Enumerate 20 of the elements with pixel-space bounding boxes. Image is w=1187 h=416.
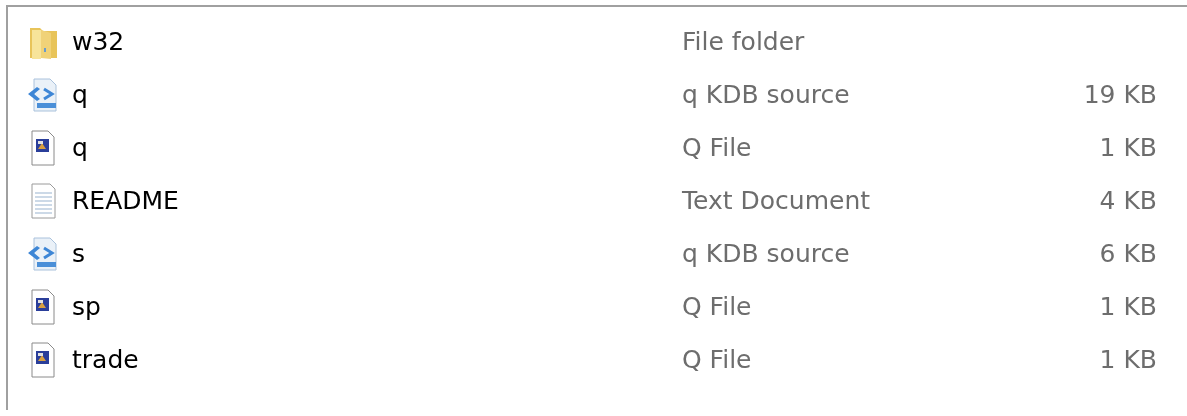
file-type: Text Document xyxy=(682,186,872,215)
file-size: 1 KB xyxy=(1098,345,1157,374)
file-size: 6 KB xyxy=(1098,239,1157,268)
file-size: 1 KB xyxy=(1098,133,1157,162)
file-type: Q File xyxy=(682,345,753,374)
file-name[interactable]: q xyxy=(72,80,88,109)
file-name[interactable]: q xyxy=(72,133,88,162)
file-size: 4 KB xyxy=(1098,186,1157,215)
file-name[interactable]: s xyxy=(72,239,86,268)
file-size: 1 KB xyxy=(1098,292,1157,321)
file-type: Q File xyxy=(682,292,753,321)
file-type: File folder xyxy=(682,27,806,56)
file-type: Q File xyxy=(682,133,753,162)
file-name[interactable]: trade xyxy=(72,345,139,374)
file-size: 19 KB xyxy=(1082,80,1157,109)
file-type: q KDB source xyxy=(682,80,851,109)
file-name[interactable]: w32 xyxy=(72,27,125,56)
file-name[interactable]: README xyxy=(72,186,179,215)
file-type: q KDB source xyxy=(682,239,851,268)
file-name[interactable]: sp xyxy=(72,292,101,321)
